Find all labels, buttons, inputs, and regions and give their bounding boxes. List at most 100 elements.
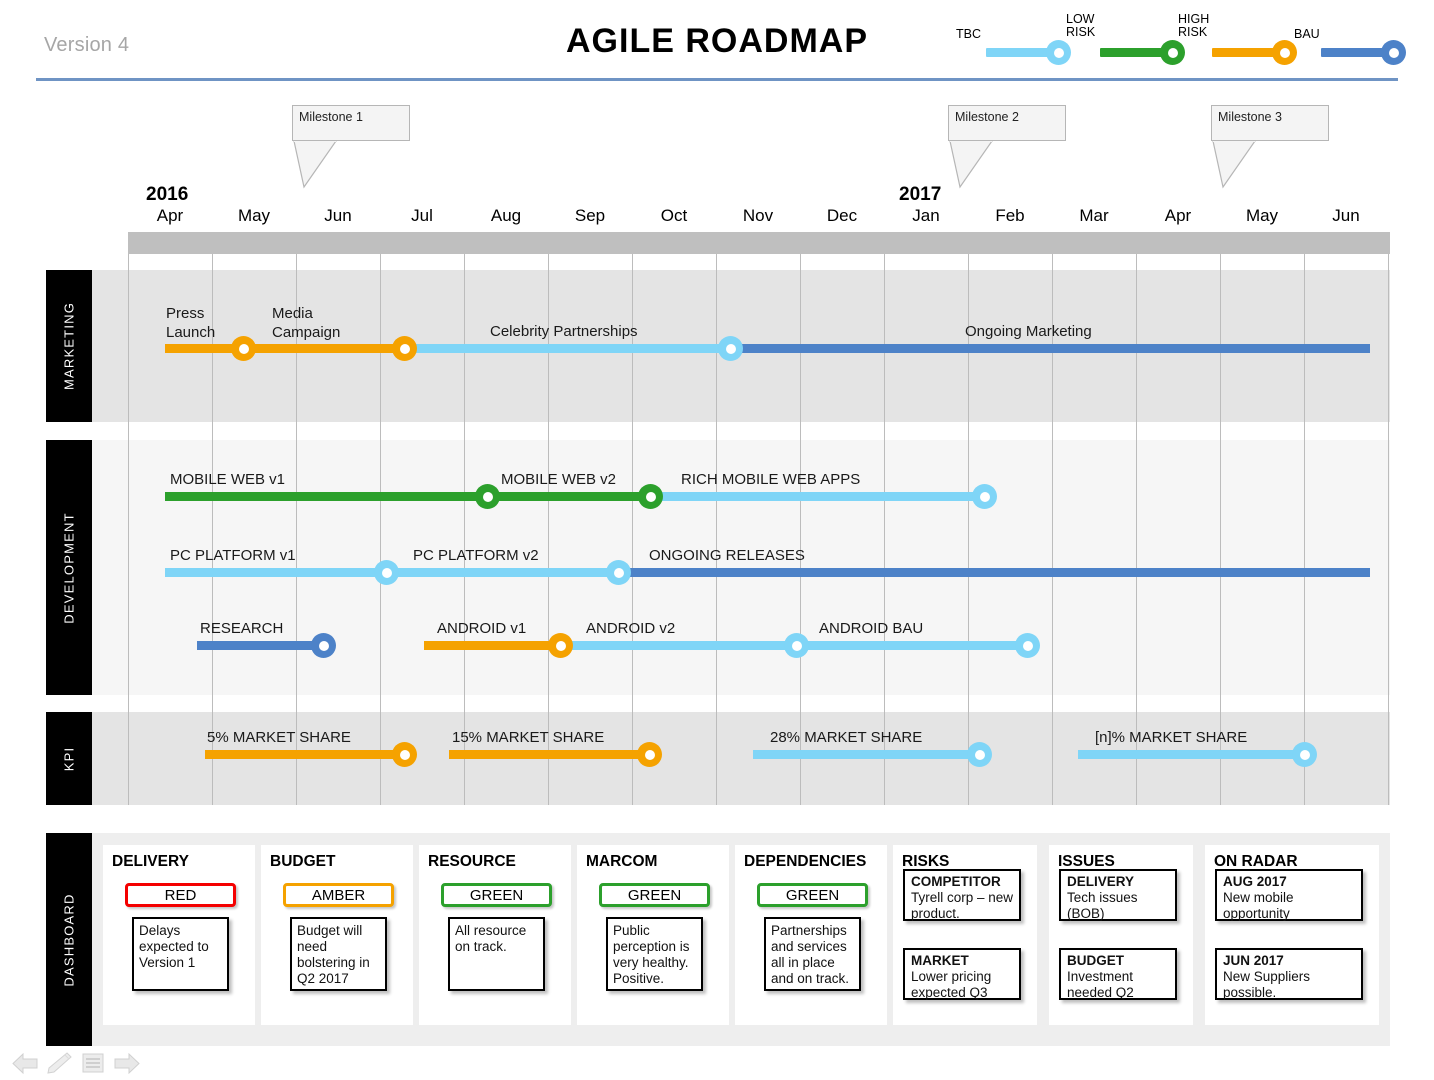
segment-kpi-n-percent[interactable] bbox=[1078, 750, 1298, 759]
track-mobile-web: MOBILE WEB v1 MOBILE WEB v2 RICH MOBILE … bbox=[0, 471, 1434, 510]
milestone-node-rich-mobile-web-apps[interactable] bbox=[972, 484, 997, 509]
issue-item-delivery[interactable]: DELIVERY Tech issues (BOB) bbox=[1059, 869, 1177, 921]
segment-mobile-web-v1[interactable] bbox=[165, 492, 500, 501]
track-label-press-launch: Press Launch bbox=[166, 305, 216, 341]
dashboard-card-delivery[interactable]: DELIVERY RED Delays expected to Version … bbox=[103, 845, 255, 1025]
issue-item-delivery-heading: DELIVERY bbox=[1067, 874, 1135, 889]
segment-android-bau[interactable] bbox=[792, 641, 1037, 650]
header-divider bbox=[36, 78, 1398, 81]
track-label-kpi-15-percent: 15% MARKET SHARE bbox=[452, 729, 605, 746]
milestone-node-celebrity-partnerships[interactable] bbox=[718, 336, 743, 361]
segment-ongoing-releases[interactable] bbox=[620, 568, 1370, 577]
track-label-mobile-web-v1: MOBILE WEB v1 bbox=[170, 471, 286, 488]
track-label-kpi-5-percent: 5% MARKET SHARE bbox=[207, 729, 351, 746]
list-icon[interactable] bbox=[80, 1052, 106, 1074]
radar-item-aug-2017-body: New mobile opportunity bbox=[1223, 890, 1294, 921]
legend-item-high-risk: HIGH RISK bbox=[1174, 8, 1297, 70]
track-label-kpi-28-percent: 28% MARKET SHARE bbox=[770, 729, 923, 746]
legend-label-bau: BAU bbox=[1294, 27, 1320, 41]
track-label-rich-mobile-web-apps: RICH MOBILE WEB APPS bbox=[681, 471, 861, 488]
risk-item-competitor-heading: COMPETITOR bbox=[911, 874, 1001, 889]
dashboard-card-resource[interactable]: RESOURCE GREEN All resource on track. bbox=[419, 845, 571, 1025]
pencil-icon[interactable] bbox=[46, 1052, 72, 1074]
segment-ongoing-marketing[interactable] bbox=[730, 344, 1370, 353]
milestone-callout-2[interactable]: Milestone 2 bbox=[948, 105, 1066, 189]
milestone-2-pointer bbox=[949, 141, 993, 189]
month-apr-2017: Apr bbox=[1164, 206, 1192, 225]
milestone-node-kpi-n-percent[interactable] bbox=[1292, 742, 1317, 767]
milestone-3-pointer bbox=[1212, 141, 1256, 189]
milestone-node-kpi-5-percent[interactable] bbox=[392, 742, 417, 767]
radar-item-jun-2017[interactable]: JUN 2017 New Suppliers possible. bbox=[1215, 948, 1363, 1000]
track-label-pc-platform-v2: PC PLATFORM v2 bbox=[413, 547, 539, 564]
dashboard-card-on-radar[interactable]: ON RADAR AUG 2017 New mobile opportunity… bbox=[1205, 845, 1379, 1025]
legend-item-low-risk: LOW RISK bbox=[1060, 8, 1185, 70]
dashboard-note-marcom: Public perception is very healthy. Posit… bbox=[606, 917, 703, 991]
milestone-node-research[interactable] bbox=[311, 633, 336, 658]
forward-arrow-icon[interactable] bbox=[114, 1052, 140, 1074]
back-arrow-icon[interactable] bbox=[12, 1052, 38, 1074]
issue-item-budget[interactable]: BUDGET Investment needed Q2 bbox=[1059, 948, 1177, 1000]
track-android: RESEARCH ANDROID v1 ANDROID v2 ANDROID B… bbox=[0, 620, 1434, 659]
milestone-callout-1[interactable]: Milestone 1 bbox=[292, 105, 410, 189]
segment-kpi-15-percent[interactable] bbox=[449, 750, 645, 759]
track-label-mobile-web-v2: MOBILE WEB v2 bbox=[501, 471, 617, 488]
milestone-node-media-campaign[interactable] bbox=[392, 336, 417, 361]
milestone-node-android-v1[interactable] bbox=[548, 633, 573, 658]
dashboard-card-dependencies[interactable]: DEPENDENCIES GREEN Partnerships and serv… bbox=[735, 845, 887, 1025]
risk-item-market-body: Lower pricing expected Q3 bbox=[911, 969, 992, 1000]
risk-item-competitor[interactable]: COMPETITOR Tyrell corp – new product. bbox=[903, 869, 1021, 921]
milestone-3-label: Milestone 3 bbox=[1211, 105, 1329, 141]
month-may-2017: May bbox=[1245, 206, 1279, 225]
dashboard-card-delivery-title: DELIVERY bbox=[112, 853, 189, 870]
month-jun-2016: Jun bbox=[324, 206, 352, 225]
milestone-callout-3[interactable]: Milestone 3 bbox=[1211, 105, 1329, 189]
dashboard-card-marcom-title: MARCOM bbox=[586, 853, 658, 870]
milestone-node-press-launch[interactable] bbox=[231, 336, 256, 361]
dashboard-card-resource-title: RESOURCE bbox=[428, 853, 516, 870]
segment-mobile-web-v2[interactable] bbox=[487, 492, 662, 501]
milestone-node-kpi-15-percent[interactable] bbox=[637, 742, 662, 767]
milestone-node-android-v2[interactable] bbox=[784, 633, 809, 658]
month-oct-2016: Oct bbox=[660, 206, 688, 225]
year-label-2017: 2017 bbox=[899, 184, 942, 205]
radar-item-aug-2017[interactable]: AUG 2017 New mobile opportunity bbox=[1215, 869, 1363, 921]
dashboard-card-issues[interactable]: ISSUES DELIVERY Tech issues (BOB) BUDGET… bbox=[1049, 845, 1193, 1025]
segment-research[interactable] bbox=[197, 641, 327, 650]
milestone-1-pointer bbox=[293, 141, 337, 189]
legend-dot-bau bbox=[1381, 40, 1406, 65]
milestone-node-pc-platform-v2[interactable] bbox=[606, 560, 631, 585]
milestone-node-android-bau[interactable] bbox=[1015, 633, 1040, 658]
footer-toolbar bbox=[8, 1050, 148, 1076]
segment-kpi-5-percent[interactable] bbox=[205, 750, 400, 759]
dashboard-card-marcom[interactable]: MARCOM GREEN Public perception is very h… bbox=[577, 845, 729, 1025]
milestone-node-mobile-web-v1[interactable] bbox=[475, 484, 500, 509]
radar-item-jun-2017-body: New Suppliers possible. bbox=[1223, 969, 1311, 1000]
lane-label-dashboard-text: DASHBOARD bbox=[61, 892, 77, 987]
risk-legend: TBC LOW RISK HIGH RISK BAU bbox=[946, 8, 1406, 70]
segment-rich-mobile-web-apps[interactable] bbox=[650, 492, 990, 501]
segment-android-v2[interactable] bbox=[555, 641, 800, 650]
status-badge-budget: AMBER bbox=[283, 883, 394, 907]
status-badge-marcom: GREEN bbox=[599, 883, 710, 907]
month-axis: Apr May Jun Jul Aug Sep Oct Nov Dec Jan … bbox=[128, 206, 1390, 232]
dashboard-card-budget[interactable]: BUDGET AMBER Budget will need bolstering… bbox=[261, 845, 413, 1025]
lane-label-dashboard: DASHBOARD bbox=[46, 833, 92, 1046]
milestone-node-kpi-28-percent[interactable] bbox=[967, 742, 992, 767]
segment-media-campaign[interactable] bbox=[242, 344, 417, 353]
issue-item-budget-body: Investment needed Q2 bbox=[1067, 969, 1134, 1000]
track-label-pc-platform-v1: PC PLATFORM v1 bbox=[170, 547, 296, 564]
segment-kpi-28-percent[interactable] bbox=[753, 750, 973, 759]
milestone-node-mobile-web-v2[interactable] bbox=[638, 484, 663, 509]
segment-android-v1[interactable] bbox=[424, 641, 564, 650]
legend-item-tbc: TBC bbox=[946, 8, 1071, 70]
segment-celebrity-partnerships[interactable] bbox=[404, 344, 744, 353]
segment-pc-platform-v1[interactable] bbox=[165, 568, 400, 577]
risk-item-market[interactable]: MARKET Lower pricing expected Q3 bbox=[903, 948, 1021, 1000]
segment-pc-platform-v2[interactable] bbox=[386, 568, 634, 577]
dashboard-card-risks[interactable]: RISKS COMPETITOR Tyrell corp – new produ… bbox=[893, 845, 1037, 1025]
milestone-node-pc-platform-v1[interactable] bbox=[374, 560, 399, 585]
track-label-android-bau: ANDROID BAU bbox=[819, 620, 924, 637]
issue-item-delivery-body: Tech issues (BOB) bbox=[1067, 890, 1138, 921]
month-dec-2016: Dec bbox=[826, 206, 858, 225]
